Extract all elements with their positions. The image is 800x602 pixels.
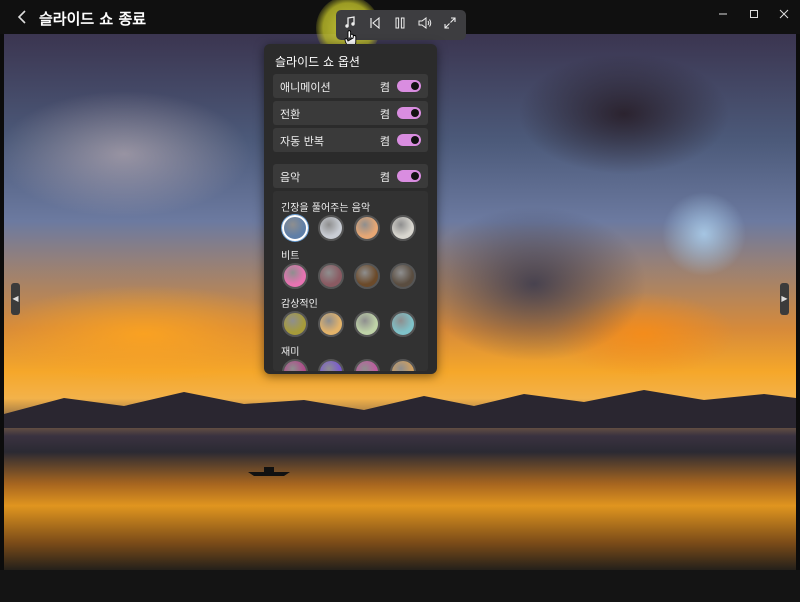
- auto-repeat-toggle[interactable]: [397, 134, 421, 146]
- music-thumb[interactable]: [354, 359, 380, 371]
- next-photo-button[interactable]: ▶: [780, 283, 789, 315]
- slideshow-window: 슬라이드 쇼 종료 ◀ ▶ 슬라이드 쇼 옵션 애니메이션 켬 전환 켬 자동 …: [0, 0, 800, 602]
- music-category-label: 감상적인: [281, 299, 318, 310]
- panel-title: 슬라이드 쇼 옵션: [275, 55, 360, 69]
- pause-icon: [395, 17, 405, 29]
- option-auto-repeat: 자동 반복 켬: [273, 128, 428, 152]
- music-thumb[interactable]: [282, 263, 308, 289]
- toggle-knob: [411, 172, 419, 180]
- music-thumb[interactable]: [390, 311, 416, 337]
- option-label: 전환: [280, 108, 301, 121]
- boat: [248, 467, 290, 476]
- option-music: 음악 켬: [273, 164, 428, 188]
- music-thumb[interactable]: [282, 215, 308, 241]
- toggle-knob: [411, 109, 419, 117]
- option-transition: 전환 켬: [273, 101, 428, 125]
- music-selection: 긴장을 풀어주는 음악 비트 감상적인 재미: [273, 191, 428, 371]
- music-thumb[interactable]: [282, 359, 308, 371]
- music-thumb-row: [282, 263, 422, 291]
- exit-slideshow-title[interactable]: 슬라이드 쇼 종료: [39, 8, 146, 29]
- option-label: 자동 반복: [280, 135, 324, 148]
- music-thumb[interactable]: [318, 311, 344, 337]
- previous-button[interactable]: [365, 15, 385, 35]
- volume-button[interactable]: [415, 15, 435, 35]
- close-icon: [779, 9, 789, 19]
- music-thumb[interactable]: [318, 359, 344, 371]
- music-thumb-row: [282, 311, 422, 339]
- music-thumb[interactable]: [318, 215, 344, 241]
- previous-photo-button[interactable]: ◀: [11, 283, 20, 315]
- fullscreen-icon: [444, 17, 456, 29]
- toggle-knob: [411, 136, 419, 144]
- back-button[interactable]: [14, 8, 32, 26]
- mountain-silhouette: [4, 390, 796, 428]
- option-label: 음악: [280, 171, 301, 184]
- music-category-label: 긴장을 풀어주는 음악: [281, 203, 371, 214]
- music-icon: [345, 16, 355, 28]
- music-thumb-row: [282, 359, 422, 371]
- chevron-right-icon: ▶: [781, 294, 788, 303]
- music-thumb[interactable]: [390, 263, 416, 289]
- pause-button[interactable]: [390, 15, 410, 35]
- music-thumb[interactable]: [390, 215, 416, 241]
- toggle-knob: [411, 82, 419, 90]
- music-thumb[interactable]: [390, 359, 416, 371]
- option-label: 애니메이션: [280, 81, 331, 94]
- music-category-label: 비트: [281, 251, 300, 262]
- option-state: 켬: [379, 171, 390, 184]
- option-state: 켬: [379, 81, 390, 94]
- music-thumb[interactable]: [318, 263, 344, 289]
- slideshow-options-panel: 슬라이드 쇼 옵션 애니메이션 켬 전환 켬 자동 반복 켬 음악 켬 긴장을 …: [264, 44, 437, 374]
- volume-icon: [418, 17, 432, 29]
- maximize-button[interactable]: [741, 6, 767, 24]
- music-toggle[interactable]: [397, 170, 421, 182]
- music-thumb-row: [282, 215, 422, 243]
- minimize-icon: [719, 13, 727, 15]
- chevron-left-icon: [17, 10, 26, 24]
- maximize-icon: [750, 10, 758, 18]
- transition-toggle[interactable]: [397, 107, 421, 119]
- option-state: 켬: [379, 135, 390, 148]
- music-thumb[interactable]: [282, 311, 308, 337]
- music-thumb[interactable]: [354, 311, 380, 337]
- music-thumb[interactable]: [354, 263, 380, 289]
- minimize-button[interactable]: [710, 6, 736, 24]
- previous-icon: [370, 16, 380, 30]
- music-thumb[interactable]: [354, 215, 380, 241]
- option-animation: 애니메이션 켬: [273, 74, 428, 98]
- bottom-strip: [0, 570, 800, 602]
- chevron-left-icon: ◀: [12, 294, 19, 303]
- animation-toggle[interactable]: [397, 80, 421, 92]
- fullscreen-button[interactable]: [440, 15, 460, 35]
- music-category-label: 재미: [281, 347, 300, 358]
- close-button[interactable]: [771, 6, 797, 24]
- option-state: 켬: [379, 108, 390, 121]
